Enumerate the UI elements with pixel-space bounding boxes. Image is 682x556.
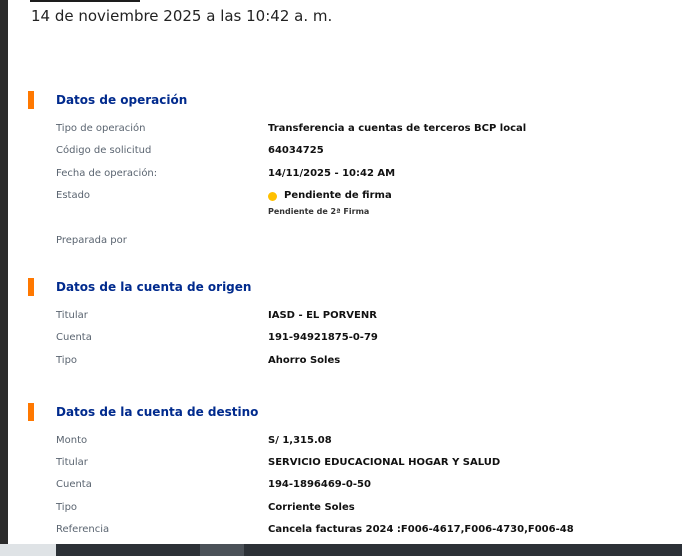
section-accent-bar <box>28 91 34 109</box>
row-destino-cuenta: Cuenta 194-1896469-0-50 <box>56 479 676 495</box>
section-accent-bar <box>28 278 34 296</box>
label-destino-tipo: Tipo <box>56 502 78 513</box>
row-preparada-por: Preparada por <box>56 235 676 251</box>
value-destino-tipo: Corriente Soles <box>268 502 355 513</box>
taskbar-app-thumbnail[interactable] <box>0 544 56 556</box>
label-origen-tipo: Tipo <box>56 355 78 366</box>
section-title-operacion: Datos de operación <box>56 93 188 107</box>
row-destino-referencia: Referencia Cancela facturas 2024 :F006-4… <box>56 524 676 540</box>
taskbar-app-button[interactable] <box>200 544 244 556</box>
row-origen-tipo: Tipo Ahorro Soles <box>56 355 676 371</box>
row-destino-titular: Titular SERVICIO EDUCACIONAL HOGAR Y SAL… <box>56 457 676 473</box>
value-origen-cuenta: 191-94921875-0-79 <box>268 332 378 343</box>
value-origen-tipo: Ahorro Soles <box>268 355 341 366</box>
label-fecha-operacion: Fecha de operación: <box>56 168 158 179</box>
row-origen-titular: Titular IASD - EL PORVENR <box>56 310 676 326</box>
section-accent-bar <box>28 403 34 421</box>
status-pending-icon <box>268 192 277 201</box>
label-origen-titular: Titular <box>56 310 88 321</box>
row-estado: Estado Pendiente de firma Pendiente de 2… <box>56 190 676 220</box>
label-codigo-solicitud: Código de solicitud <box>56 145 152 156</box>
taskbar <box>0 544 682 556</box>
row-destino-monto: Monto S/ 1,315.08 <box>56 435 676 451</box>
row-codigo-solicitud: Código de solicitud 64034725 <box>56 145 676 161</box>
operation-datetime: 14 de noviembre 2025 a las 10:42 a. m. <box>31 7 333 25</box>
label-estado: Estado <box>56 190 91 201</box>
label-destino-monto: Monto <box>56 435 88 446</box>
value-destino-referencia: Cancela facturas 2024 :F006-4617,F006-47… <box>268 524 574 535</box>
label-preparada-por: Preparada por <box>56 235 127 246</box>
window-left-edge <box>0 0 8 556</box>
value-codigo-solicitud: 64034725 <box>268 145 324 156</box>
value-destino-titular: SERVICIO EDUCACIONAL HOGAR Y SALUD <box>268 457 501 468</box>
row-fecha-operacion: Fecha de operación: 14/11/2025 - 10:42 A… <box>56 168 676 184</box>
value-estado: Pendiente de firma <box>284 190 392 201</box>
label-tipo-operacion: Tipo de operación <box>56 123 146 134</box>
label-destino-titular: Titular <box>56 457 88 468</box>
row-tipo-operacion: Tipo de operación Transferencia a cuenta… <box>56 123 676 139</box>
value-destino-monto: S/ 1,315.08 <box>268 435 332 446</box>
row-origen-cuenta: Cuenta 191-94921875-0-79 <box>56 332 676 348</box>
row-destino-tipo: Tipo Corriente Soles <box>56 502 676 518</box>
label-destino-referencia: Referencia <box>56 524 110 535</box>
value-destino-cuenta: 194-1896469-0-50 <box>268 479 371 490</box>
label-destino-cuenta: Cuenta <box>56 479 92 490</box>
value-fecha-operacion: 14/11/2025 - 10:42 AM <box>268 168 396 179</box>
section-title-origen: Datos de la cuenta de origen <box>56 280 252 294</box>
value-estado-detalle: Pendiente de 2ª Firma <box>268 207 370 216</box>
label-origen-cuenta: Cuenta <box>56 332 92 343</box>
cropped-heading-edge <box>30 0 140 2</box>
value-tipo-operacion: Transferencia a cuentas de terceros BCP … <box>268 123 527 134</box>
section-title-destino: Datos de la cuenta de destino <box>56 405 259 419</box>
value-origen-titular: IASD - EL PORVENR <box>268 310 377 321</box>
